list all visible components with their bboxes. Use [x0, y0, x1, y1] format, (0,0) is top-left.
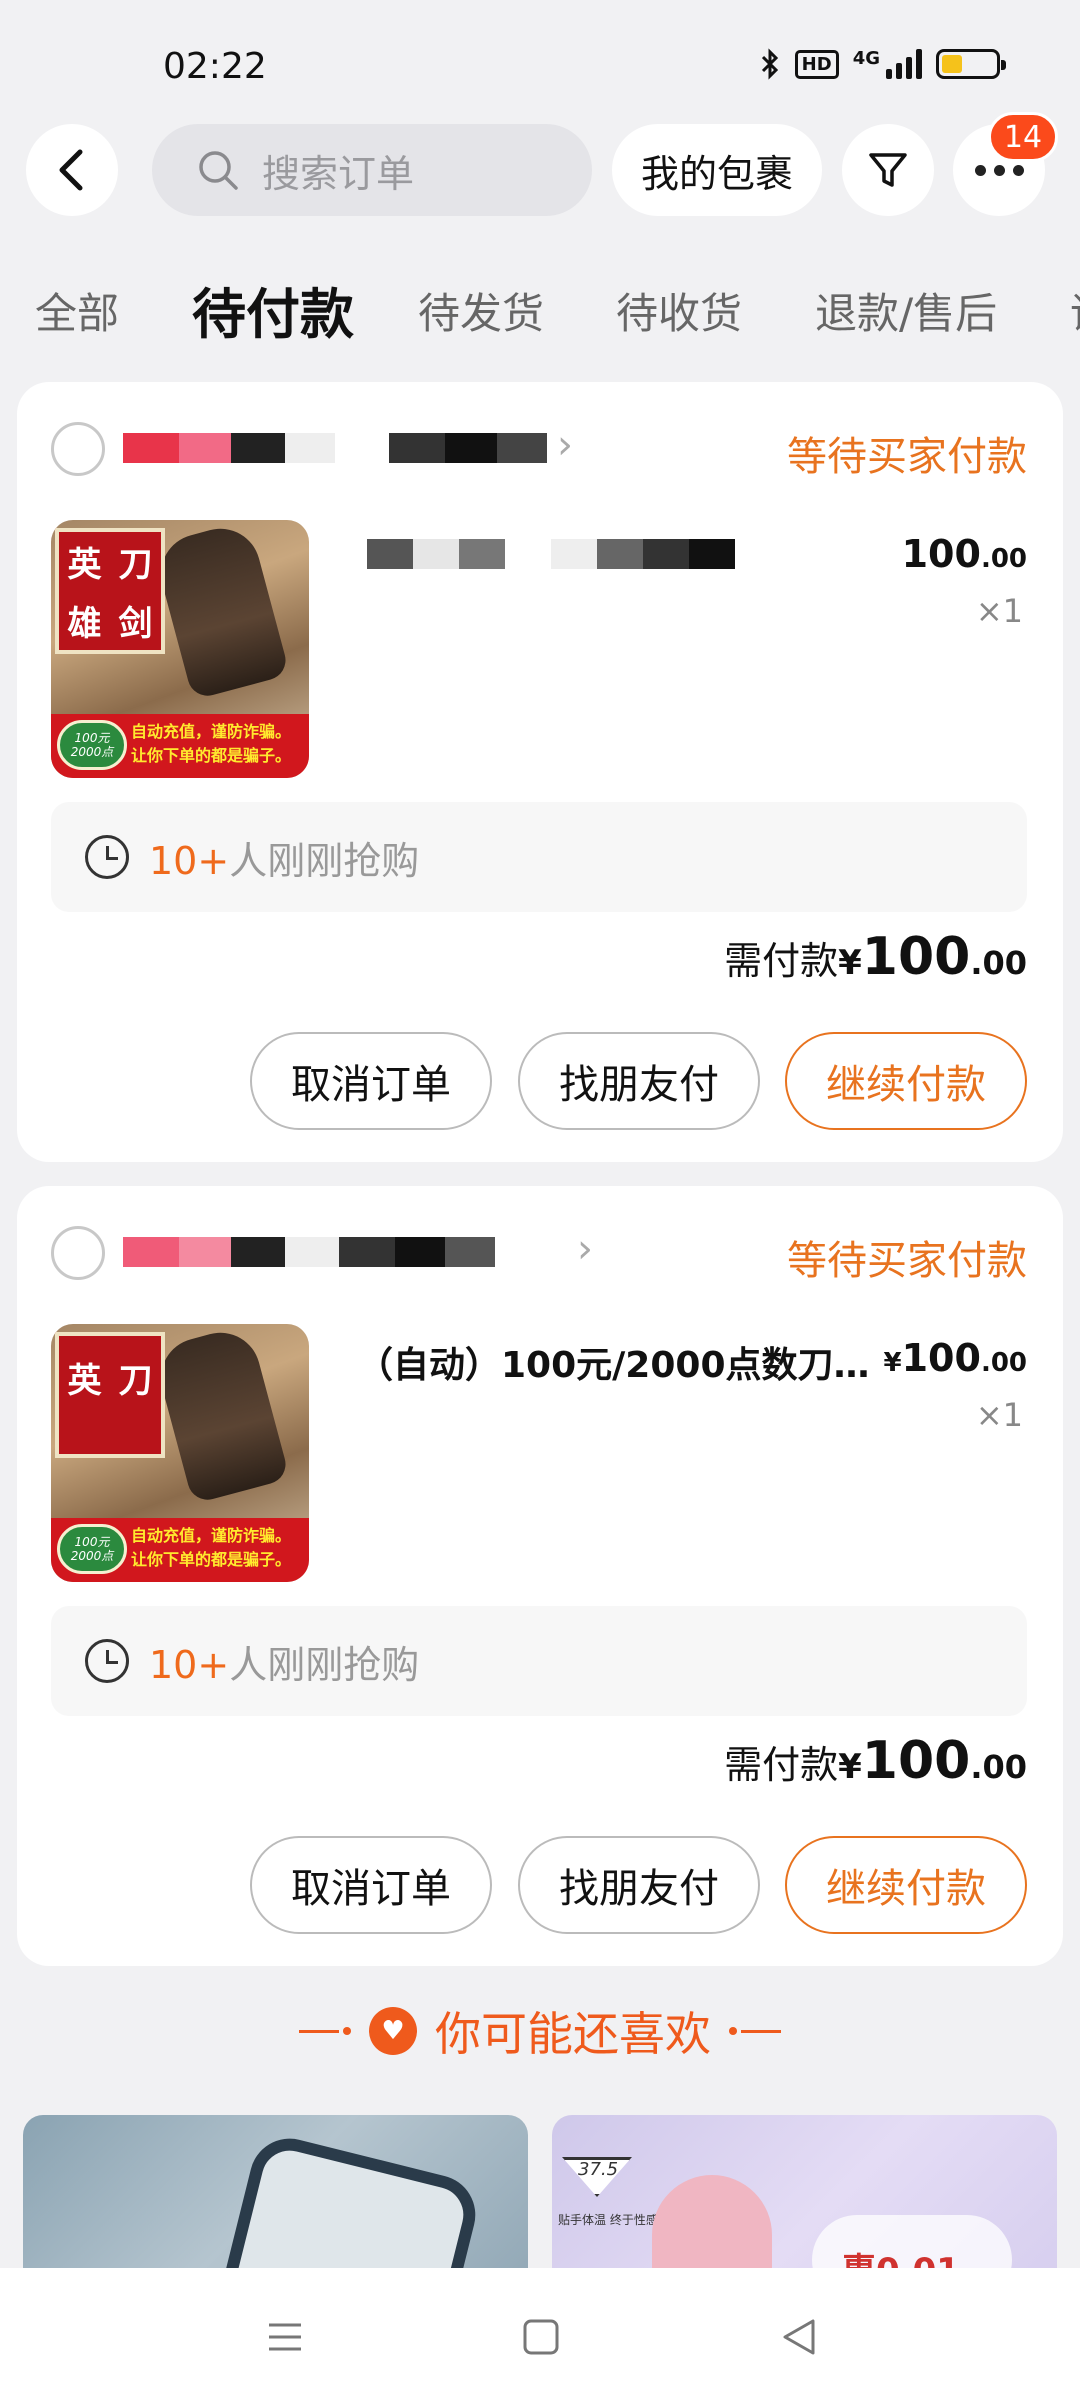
home-nav-button[interactable] — [516, 2312, 566, 2362]
recommend-item-beauty[interactable]: 37.5 贴手体温 终于性感 惠0.01 — [552, 2115, 1057, 2275]
clock-icon — [85, 1639, 129, 1683]
total-payment: 需付款¥100.00 — [724, 927, 1027, 987]
tab-all[interactable]: 全部 — [35, 280, 119, 341]
thumb-warning: 自动充值，谨防诈骗。 让你下单的都是骗子。 — [131, 722, 292, 765]
my-packages-button[interactable]: 我的包裹 — [612, 124, 822, 216]
search-icon — [199, 151, 238, 190]
product-thumbnail[interactable]: 英刀 100元 2000点 自动充值，谨防诈骗。 让你下单的都是骗子。 — [51, 1324, 309, 1582]
recommend-title: 你可能还喜欢 — [435, 2007, 711, 2061]
cancel-order-button[interactable]: 取消订单 — [250, 1836, 492, 1934]
brand-tagline: 贴手体温 终于性感 — [558, 2213, 658, 2227]
shop-arrow-icon: › — [557, 422, 573, 468]
order-status: 等待买家付款 — [787, 434, 1027, 480]
continue-pay-button[interactable]: 继续付款 — [785, 1836, 1027, 1934]
heart-icon: ♥ — [369, 2007, 417, 2055]
battery-icon — [936, 49, 1006, 79]
menu-icon — [269, 2323, 301, 2351]
shop-name-redacted[interactable] — [123, 1230, 495, 1274]
back-button[interactable] — [26, 124, 118, 216]
filter-button[interactable] — [842, 124, 934, 216]
signal-icon — [886, 49, 922, 79]
promo-price: 惠0.01 — [812, 2215, 1012, 2275]
model-image — [652, 2175, 772, 2275]
menu-nav-button[interactable] — [260, 2312, 310, 2362]
search-input[interactable]: 搜索订单 — [152, 124, 592, 216]
recommend-item-phone[interactable] — [23, 2115, 528, 2275]
filter-icon — [869, 153, 907, 187]
recommend-heading: ♥ 你可能还喜欢 — [0, 1998, 1080, 2064]
product-title[interactable]: （自动）100元/2000点数刀… — [357, 1336, 870, 1388]
network-type: 4G — [852, 48, 880, 69]
shop-arrow-icon: › — [577, 1226, 593, 1272]
status-time: 02:22 — [163, 46, 267, 87]
phone-image — [212, 2130, 484, 2275]
friend-pay-button[interactable]: 找朋友付 — [518, 1032, 760, 1130]
back-arrow-icon — [59, 149, 83, 191]
friend-pay-button[interactable]: 找朋友付 — [518, 1836, 760, 1934]
top-nav: 搜索订单 我的包裹 — [0, 120, 1080, 220]
continue-pay-button[interactable]: 继续付款 — [785, 1032, 1027, 1130]
tab-pending-receipt[interactable]: 待收货 — [616, 280, 742, 341]
back-triangle-icon — [783, 2319, 815, 2355]
right-divider — [729, 2027, 781, 2035]
tab-refund-aftersale[interactable]: 退款/售后 — [815, 280, 997, 341]
order-tabs: 全部 待付款 待发货 待收货 退款/售后 评 — [0, 270, 1080, 350]
shop-name-redacted[interactable] — [123, 426, 547, 470]
product-quantity: ×1 — [975, 1396, 1023, 1434]
search-placeholder: 搜索订单 — [262, 151, 415, 196]
left-divider — [299, 2027, 351, 2035]
brand-logo-text: 37.5 — [578, 2159, 619, 2180]
tab-pending-shipment[interactable]: 待发货 — [418, 280, 544, 341]
product-price: 100.00 — [901, 532, 1027, 576]
tab-overflow[interactable]: 评 — [1070, 280, 1080, 341]
thumb-title: 英刀 — [55, 1332, 165, 1458]
order-status: 等待买家付款 — [787, 1238, 1027, 1284]
order-card: › 等待买家付款 英刀 100元 2000点 自动充值，谨防诈骗。 让你下单的都是骗… — [17, 1186, 1063, 1966]
status-icons: HD 4G — [759, 48, 1006, 80]
thumb-seal: 100元 2000点 — [57, 720, 127, 770]
thumb-title: 英刀雄剑 — [55, 528, 165, 654]
notification-badge: 14 — [988, 112, 1058, 162]
tab-pending-payment[interactable]: 待付款 — [192, 270, 354, 349]
select-radio[interactable] — [51, 1226, 105, 1280]
hot-purchase-info: 10+人刚刚抢购 — [51, 1606, 1027, 1716]
hd-icon: HD — [794, 49, 839, 79]
clock-icon — [85, 835, 129, 879]
product-title-redacted[interactable] — [367, 532, 735, 576]
bluetooth-icon — [761, 48, 778, 80]
total-payment: 需付款¥100.00 — [724, 1731, 1027, 1791]
hot-purchase-info: 10+人刚刚抢购 — [51, 802, 1027, 912]
order-card: › 等待买家付款 英刀雄剑 100元 2000点 自动充值，谨防诈骗。 让你下单的都… — [17, 382, 1063, 1162]
product-quantity: ×1 — [975, 592, 1023, 630]
back-nav-button[interactable] — [774, 2312, 824, 2362]
system-nav-bar — [0, 2268, 1080, 2400]
select-radio[interactable] — [51, 422, 105, 476]
product-thumbnail[interactable]: 英刀雄剑 100元 2000点 自动充值，谨防诈骗。 让你下单的都是骗子。 — [51, 520, 309, 778]
home-square-icon — [523, 2319, 559, 2355]
status-bar: 02:22 HD 4G — [0, 0, 1080, 120]
thumb-warning: 自动充值，谨防诈骗。 让你下单的都是骗子。 — [131, 1526, 292, 1569]
more-icon — [974, 164, 1024, 176]
thumb-seal: 100元 2000点 — [57, 1524, 127, 1574]
product-price: ¥100.00 — [883, 1336, 1027, 1380]
cancel-order-button[interactable]: 取消订单 — [250, 1032, 492, 1130]
